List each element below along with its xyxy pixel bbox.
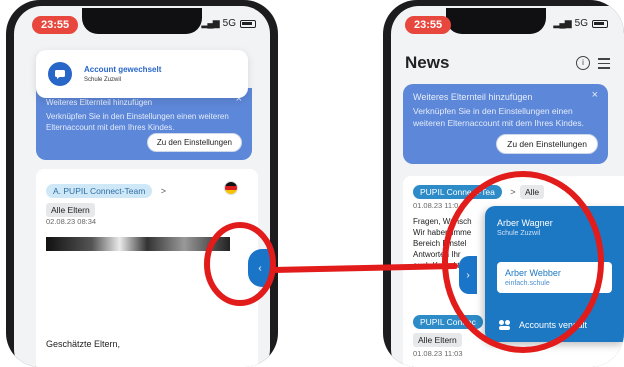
info-icon[interactable]: i [576,56,590,70]
signal-icon: ▂▄▆ [553,18,571,28]
chat-icon [48,62,72,86]
settings-button[interactable]: Zu den Einstellungen [146,133,242,152]
add-parent-banner: Weiteres Elternteil hinzufügen × Verknüp… [36,88,252,160]
menu-icon[interactable] [598,58,610,72]
post-sender-row: PUPIL Connect-Tea > Alle [413,182,545,200]
news-post-card[interactable]: A. PUPIL Connect-Team > Alle Eltern 02.0… [36,169,258,367]
post-date: 01.08.23 11:0 [413,201,459,210]
status-time: 23:55 [405,16,452,34]
toast-title: Account gewechselt [84,65,162,74]
post2-audience-row: Alle Eltern [413,330,462,348]
right-screen: 23:55 ▂▄▆ 5G News i Weiteres Elternteil … [391,6,624,367]
banner-title: Weiteres Elternteil hinzufügen [413,92,533,102]
users-icon [499,320,511,330]
page-title: News [405,53,450,72]
post-image [46,237,230,251]
audience-chip: Alle [519,185,545,199]
audience-row: Alle Eltern [46,200,95,218]
status-time: 23:55 [32,16,79,34]
toast-subtitle: Schule Zuzwil [84,77,122,83]
account-name: Arber Webber [505,268,561,278]
banner-title: Weiteres Elternteil hinzufügen [46,98,153,107]
signal-icon: ▂▄▆ [201,18,219,28]
post2-sender-row: PUPIL Connec [413,312,483,330]
left-screen: 23:55 ▂▄▆ 5G Weiteres Elternteil hinzufü… [14,6,270,367]
sender-chip[interactable]: PUPIL Connect-Tea [413,185,502,199]
audience-chip: Alle Eltern [413,333,462,347]
banner-text: Verknüpfen Sie in den Einstellungen eine… [46,112,229,132]
close-icon[interactable]: × [592,89,598,101]
audience-chip: Alle Eltern [46,203,95,217]
sender-chip[interactable]: A. PUPIL Connect-Team [46,184,153,198]
banner-text: Verknüpfen Sie in den Einstellungen eine… [413,106,585,128]
phone-notch [446,8,546,34]
battery-icon [240,19,256,28]
post-date: 02.08.23 08:34 [46,217,97,226]
account-switcher-handle[interactable]: ‹ [248,249,270,287]
manage-accounts-button[interactable]: Accounts verwalt [499,320,587,330]
post2-date: 01.08.23 11:03 [413,349,463,358]
chevron-right-icon: > [160,186,166,196]
account-school: einfach.schule [505,280,550,287]
chevron-right-icon: > [510,187,516,197]
account-school: Schule Zuzwil [497,230,541,237]
phone-notch [82,8,202,34]
account-switcher-panel: Arber Wagner Schule Zuzwil Arber Webber … [485,206,624,342]
battery-icon [592,19,608,28]
status-icons: ▂▄▆ 5G [553,18,608,29]
account-name: Arber Wagner [497,218,553,228]
settings-button[interactable]: Zu den Einstellungen [496,134,598,154]
network-label: 5G [222,18,236,29]
account-item-selected[interactable]: Arber Webber einfach.schule [497,262,612,293]
left-phone: 23:55 ▂▄▆ 5G Weiteres Elternteil hinzufü… [6,0,278,367]
sender-chip[interactable]: PUPIL Connec [413,315,483,329]
status-icons: ▂▄▆ 5G [201,18,256,29]
right-phone: 23:55 ▂▄▆ 5G News i Weiteres Elternteil … [383,0,624,367]
screenshot-stage: 23:55 ▂▄▆ 5G Weiteres Elternteil hinzufü… [0,0,624,367]
post-sender-row: A. PUPIL Connect-Team > [46,181,166,199]
account-switcher-handle[interactable]: › [459,256,477,294]
account-item[interactable]: Arber Wagner Schule Zuzwil [497,218,612,237]
post-greeting: Geschätzte Eltern, [46,339,121,349]
add-parent-banner: Weiteres Elternteil hinzufügen × Verknüp… [403,84,608,164]
german-flag-icon [224,181,238,195]
manage-accounts-label: Accounts verwalt [519,320,588,330]
network-label: 5G [574,18,588,29]
account-switched-toast: Account gewechselt Schule Zuzwil [36,50,248,98]
